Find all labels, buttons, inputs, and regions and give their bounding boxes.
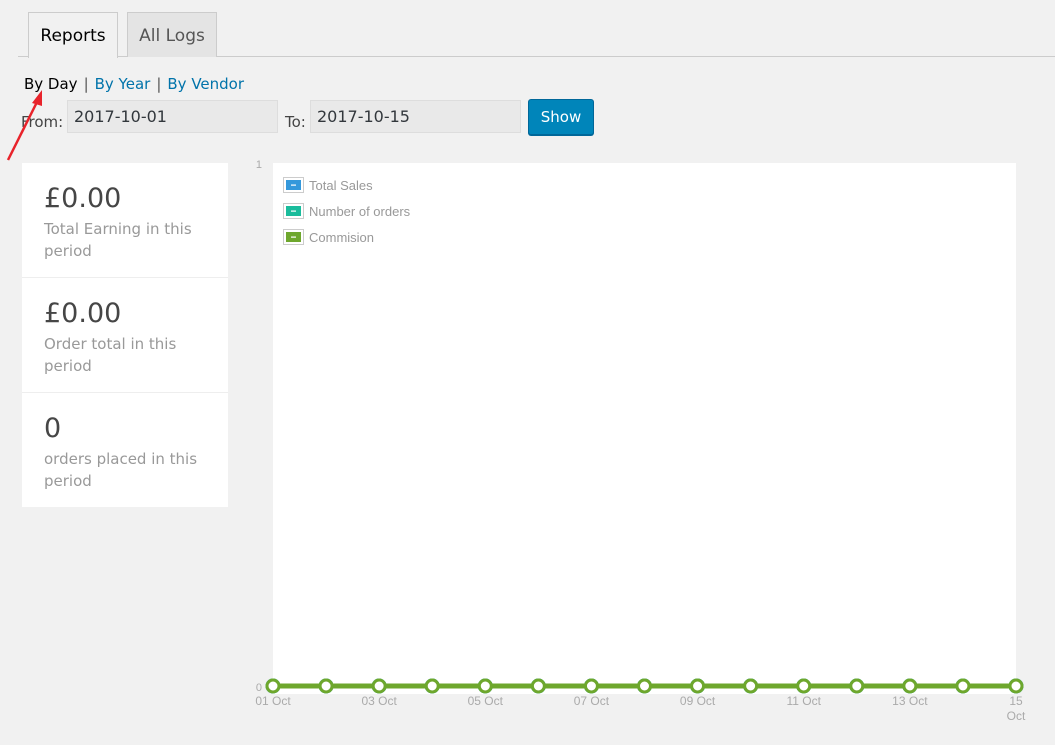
data-point (796, 678, 812, 694)
data-point (796, 678, 812, 694)
legend-swatch (286, 206, 301, 216)
data-point (477, 678, 493, 694)
data-point (318, 678, 334, 694)
data-point (690, 678, 706, 694)
data-point (1008, 678, 1024, 694)
separator: | (156, 75, 162, 93)
data-point (265, 678, 281, 694)
x-tick-label: 09 Oct (680, 694, 716, 708)
data-point (637, 678, 652, 694)
data-point (955, 678, 971, 694)
stats-panel: £0.00 Total Earning in this period £0.00… (22, 163, 228, 507)
data-point (796, 678, 812, 694)
data-point (371, 678, 387, 694)
data-point (1008, 678, 1024, 694)
x-tick-label: Oct (1007, 709, 1026, 723)
data-point (955, 678, 971, 694)
y-tick-label: 1 (256, 159, 262, 171)
data-point (743, 678, 759, 694)
data-point (371, 678, 387, 694)
plot-area (273, 163, 1016, 694)
stat-total-earning: £0.00 Total Earning in this period (22, 163, 228, 278)
data-point (902, 678, 918, 694)
data-point (743, 678, 759, 694)
data-point (902, 678, 918, 694)
from-date-input[interactable] (67, 100, 278, 133)
data-point (743, 678, 759, 694)
data-point (318, 678, 334, 694)
legend-label: Total Sales (309, 178, 373, 193)
data-point (371, 678, 387, 694)
show-button[interactable]: Show (528, 99, 594, 135)
data-point (583, 678, 599, 694)
x-tick-label: 15 (1009, 694, 1023, 708)
y-tick-label: 0 (256, 682, 262, 694)
x-tick-label: 05 Oct (468, 694, 504, 708)
data-point (424, 678, 440, 694)
stat-orders-placed: 0 orders placed in this period (22, 393, 228, 507)
to-date-input[interactable] (310, 100, 521, 133)
stat-value: £0.00 (44, 183, 122, 214)
x-tick-label: 11 Oct (786, 694, 821, 708)
legend-swatch-mark (291, 210, 296, 212)
data-point (583, 678, 599, 694)
data-point (424, 678, 440, 694)
x-tick-label: 13 Oct (892, 694, 928, 708)
data-point (318, 678, 334, 694)
data-point (530, 678, 546, 694)
data-point (265, 678, 281, 694)
data-point (477, 678, 493, 694)
legend-swatch-mark (291, 236, 296, 238)
data-point (902, 678, 918, 694)
stat-label: orders placed in this period (44, 450, 198, 490)
data-point (637, 678, 652, 694)
by-vendor-link[interactable]: By Vendor (167, 75, 244, 93)
x-tick-label: 07 Oct (574, 694, 610, 708)
data-point (1008, 678, 1024, 694)
data-point (849, 678, 865, 694)
data-point (583, 678, 599, 694)
to-label: To: (285, 113, 306, 131)
data-point (955, 678, 971, 694)
legend-swatch (286, 232, 301, 242)
data-point (637, 678, 652, 694)
legend-label: Commision (309, 230, 374, 245)
data-point (690, 678, 706, 694)
x-tick-label: 01 Oct (255, 694, 291, 708)
by-year-link[interactable]: By Year (95, 75, 151, 93)
separator: | (83, 75, 89, 93)
stat-value: £0.00 (44, 298, 122, 329)
legend-swatch-border (283, 177, 304, 193)
data-point (530, 678, 546, 694)
annotation-arrow-icon (6, 90, 42, 161)
data-point (849, 678, 865, 694)
legend-swatch-border (283, 203, 304, 219)
stat-label: Order total in this period (44, 335, 177, 375)
x-tick-label: 03 Oct (361, 694, 397, 708)
data-point (424, 678, 440, 694)
data-point (265, 678, 281, 694)
stat-order-total: £0.00 Order total in this period (22, 278, 228, 393)
data-point (477, 678, 493, 694)
tab-bar: Reports All Logs (18, 12, 1055, 58)
legend-swatch (286, 180, 301, 190)
data-point (849, 678, 865, 694)
data-point (690, 678, 706, 694)
data-point (530, 678, 546, 694)
legend-swatch-mark (291, 184, 296, 186)
tab-all-logs[interactable]: All Logs (127, 12, 217, 57)
stat-label: Total Earning in this period (44, 220, 192, 260)
stat-value: 0 (44, 413, 62, 444)
legend-label: Number of orders (309, 204, 411, 219)
legend-swatch-border (283, 229, 304, 245)
